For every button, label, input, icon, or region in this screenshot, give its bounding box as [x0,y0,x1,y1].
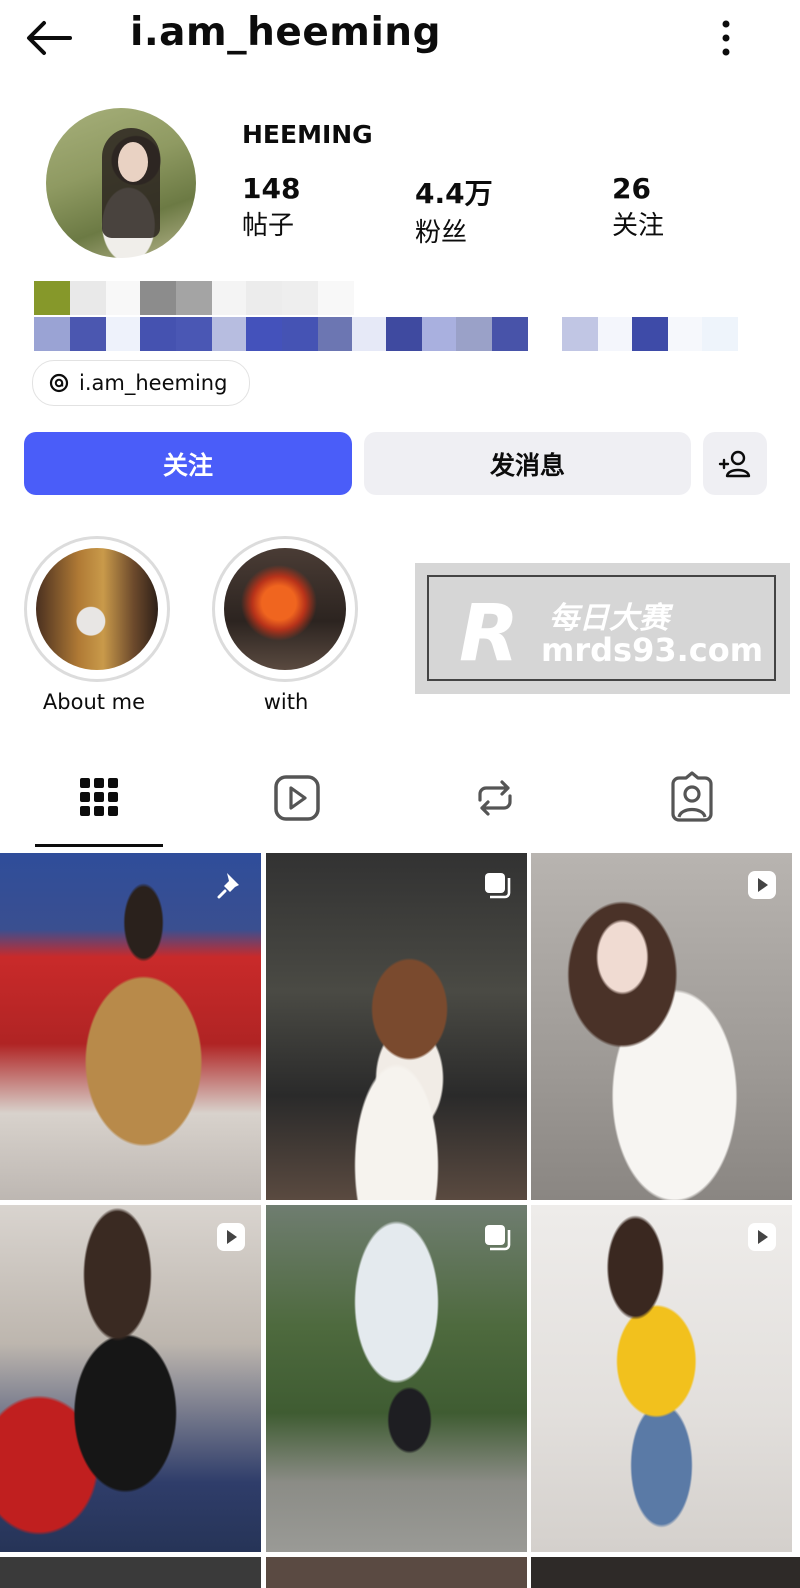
follow-button[interactable]: 关注 [24,432,352,495]
highlight-label: with [263,690,309,714]
post-thumbnail[interactable] [266,853,527,1200]
post-thumbnail[interactable] [0,1205,261,1552]
following-count: 26 [612,172,651,205]
stat-following[interactable]: 26 关注 [612,172,664,242]
carousel-icon [485,873,511,899]
more-vertical-icon [722,20,730,56]
posts-count: 148 [242,172,301,205]
post-thumbnail[interactable] [266,1557,527,1588]
watermark: R 每日大赛 mrds93.com [415,563,790,694]
following-label: 关注 [612,211,665,241]
post-thumbnail[interactable] [531,1205,792,1552]
add-person-icon [718,450,751,477]
watermark-logo: R [459,589,520,679]
back-button[interactable] [24,18,74,58]
followers-count: 4.4万 [415,177,493,210]
page-title: i.am_heeming [130,10,441,55]
watermark-url: mrds93.com [541,631,764,669]
tab-reels[interactable] [272,770,322,826]
display-name: HEEMING [242,120,373,149]
post-thumbnail[interactable] [266,1205,527,1552]
bio-mosaic [34,281,754,353]
carousel-icon [485,1225,511,1251]
more-options-button[interactable] [712,18,740,58]
post-thumbnail[interactable] [0,853,261,1200]
active-tab-indicator [35,844,163,847]
posts-label: 帖子 [242,211,295,241]
tab-reposts[interactable] [470,770,520,826]
stat-posts[interactable]: 148 帖子 [242,172,300,242]
suggested-users-button[interactable] [703,432,767,495]
arrow-left-icon [27,21,72,55]
reel-icon [748,1223,776,1251]
repost-icon [478,780,512,816]
reels-icon [274,775,320,821]
tab-posts[interactable] [74,770,124,826]
post-thumbnail[interactable] [531,1557,800,1588]
threads-handle: i.am_heeming [79,371,228,395]
highlight-label: About me [42,690,146,714]
stat-followers[interactable]: 4.4万 粉丝 [415,172,493,249]
avatar[interactable] [46,108,196,258]
highlight-about-me[interactable] [24,536,170,682]
tagged-icon [671,771,713,822]
post-thumbnail[interactable] [531,853,792,1200]
reel-icon [217,1223,245,1251]
highlight-with[interactable] [212,536,358,682]
reel-icon [748,871,776,899]
message-button[interactable]: 发消息 [364,432,691,495]
pin-icon [217,873,239,899]
threads-link[interactable]: i.am_heeming [32,360,251,406]
grid-icon [80,778,118,816]
threads-icon [49,373,69,393]
post-thumbnail[interactable] [0,1557,261,1588]
tab-tagged[interactable] [667,770,717,826]
followers-label: 粉丝 [415,218,468,248]
